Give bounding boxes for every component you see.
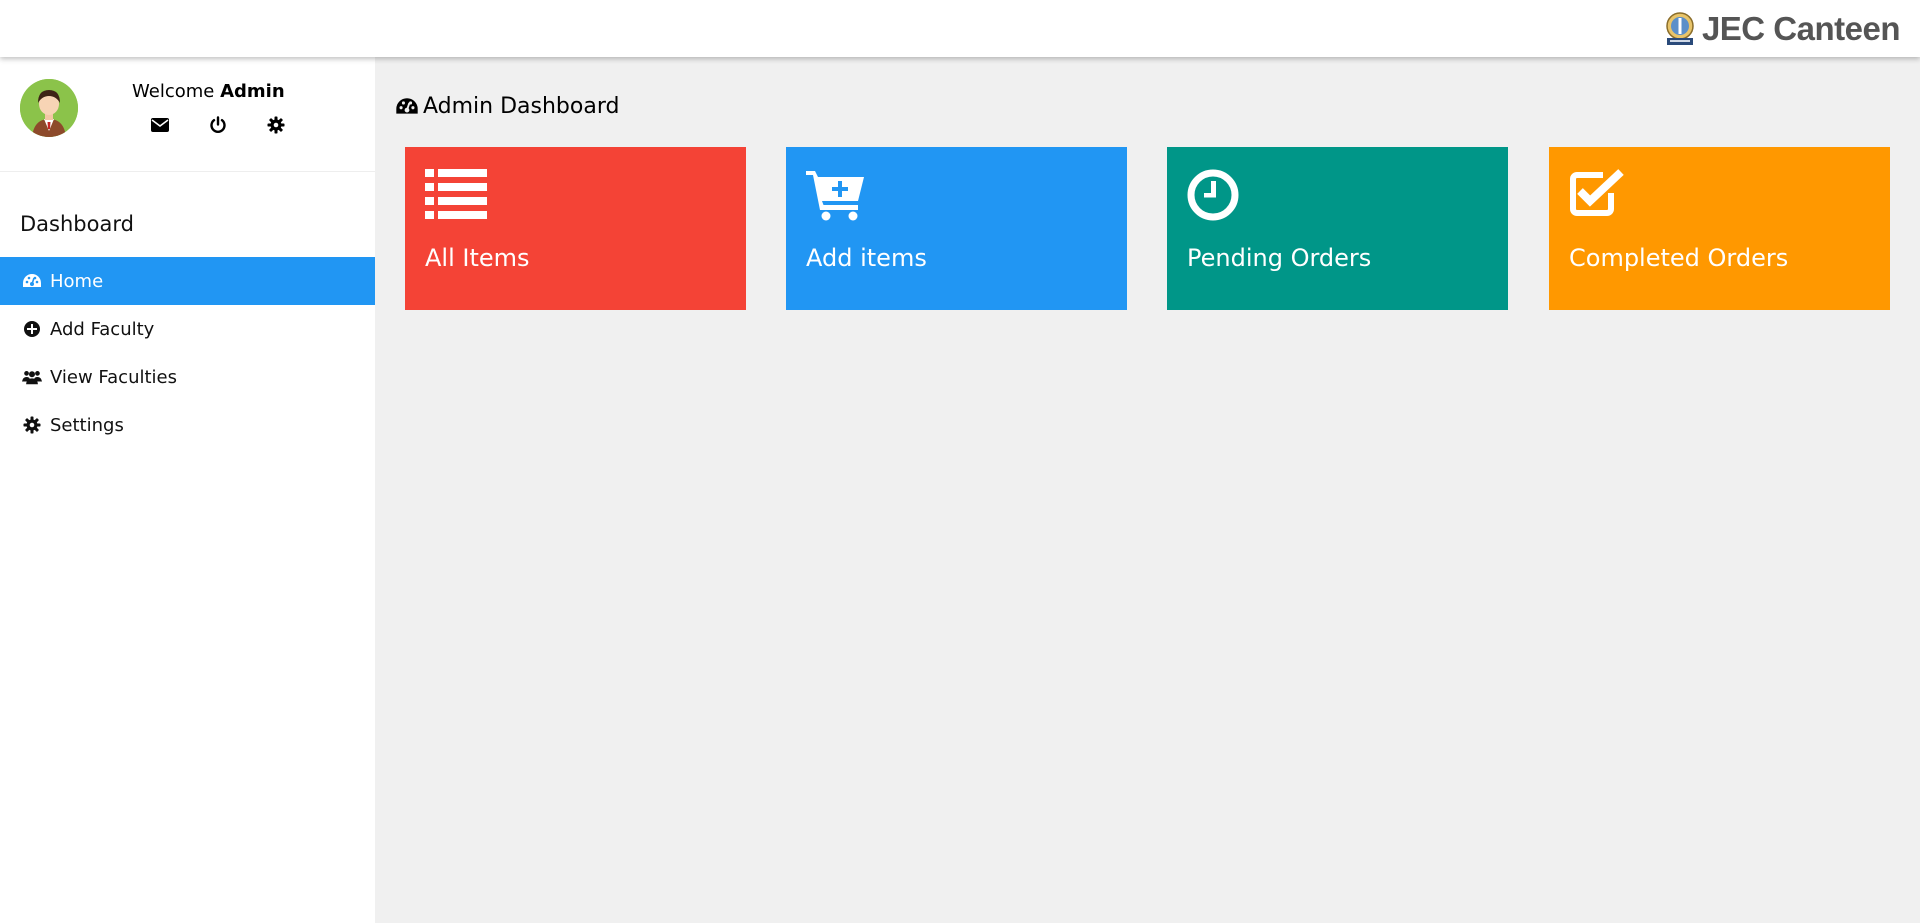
sidebar: Welcome Admin Dashboard Home Add Faculty… xyxy=(0,57,375,923)
gear-icon xyxy=(22,415,42,435)
welcome-prefix: Welcome xyxy=(132,81,215,102)
check-square-icon xyxy=(1569,169,1629,221)
sidebar-item-label: Settings xyxy=(50,414,124,436)
user-avatar-icon xyxy=(20,79,78,137)
gear-icon[interactable] xyxy=(266,115,286,135)
tile-label: Completed Orders xyxy=(1569,244,1789,272)
power-icon[interactable] xyxy=(208,115,228,135)
brand-name: JEC Canteen xyxy=(1701,10,1901,47)
list-icon xyxy=(425,169,487,221)
sidebar-item-view-faculties[interactable]: View Faculties xyxy=(0,353,375,401)
tile-label: Add items xyxy=(806,244,927,272)
sidebar-item-add-faculty[interactable]: Add Faculty xyxy=(0,305,375,353)
welcome-message: Welcome Admin xyxy=(132,81,285,102)
tile-completed-orders[interactable]: Completed Orders xyxy=(1549,147,1890,310)
brand[interactable]: JEC Canteen xyxy=(1664,6,1901,52)
college-emblem-icon xyxy=(1664,11,1696,47)
sidebar-item-home[interactable]: Home xyxy=(0,257,375,305)
envelope-icon[interactable] xyxy=(150,115,170,135)
plus-circle-icon xyxy=(22,319,42,339)
user-actions xyxy=(150,115,286,135)
sidebar-item-label: Add Faculty xyxy=(50,318,155,340)
sidebar-item-settings[interactable]: Settings xyxy=(0,401,375,449)
clock-icon xyxy=(1187,169,1247,221)
sidebar-item-label: Home xyxy=(50,270,104,292)
sidebar-item-label: View Faculties xyxy=(50,366,177,388)
sidebar-menu: Home Add Faculty View Faculties Settings xyxy=(0,257,375,449)
user-name: Admin xyxy=(220,81,285,102)
users-icon xyxy=(22,367,42,387)
tile-label: Pending Orders xyxy=(1187,244,1372,272)
tile-add-items[interactable]: Add items xyxy=(786,147,1127,310)
dashboard-icon xyxy=(395,97,419,116)
tile-pending-orders[interactable]: Pending Orders xyxy=(1167,147,1508,310)
user-info: Welcome Admin xyxy=(0,57,375,172)
page-title: Admin Dashboard xyxy=(395,94,619,119)
page-title-text: Admin Dashboard xyxy=(423,94,620,119)
top-bar: JEC Canteen xyxy=(0,0,1920,57)
tile-all-items[interactable]: All Items xyxy=(405,147,746,310)
tile-label: All Items xyxy=(425,244,530,272)
dashboard-icon xyxy=(22,271,42,291)
sidebar-title: Dashboard xyxy=(20,212,134,236)
cart-plus-icon xyxy=(806,169,866,221)
